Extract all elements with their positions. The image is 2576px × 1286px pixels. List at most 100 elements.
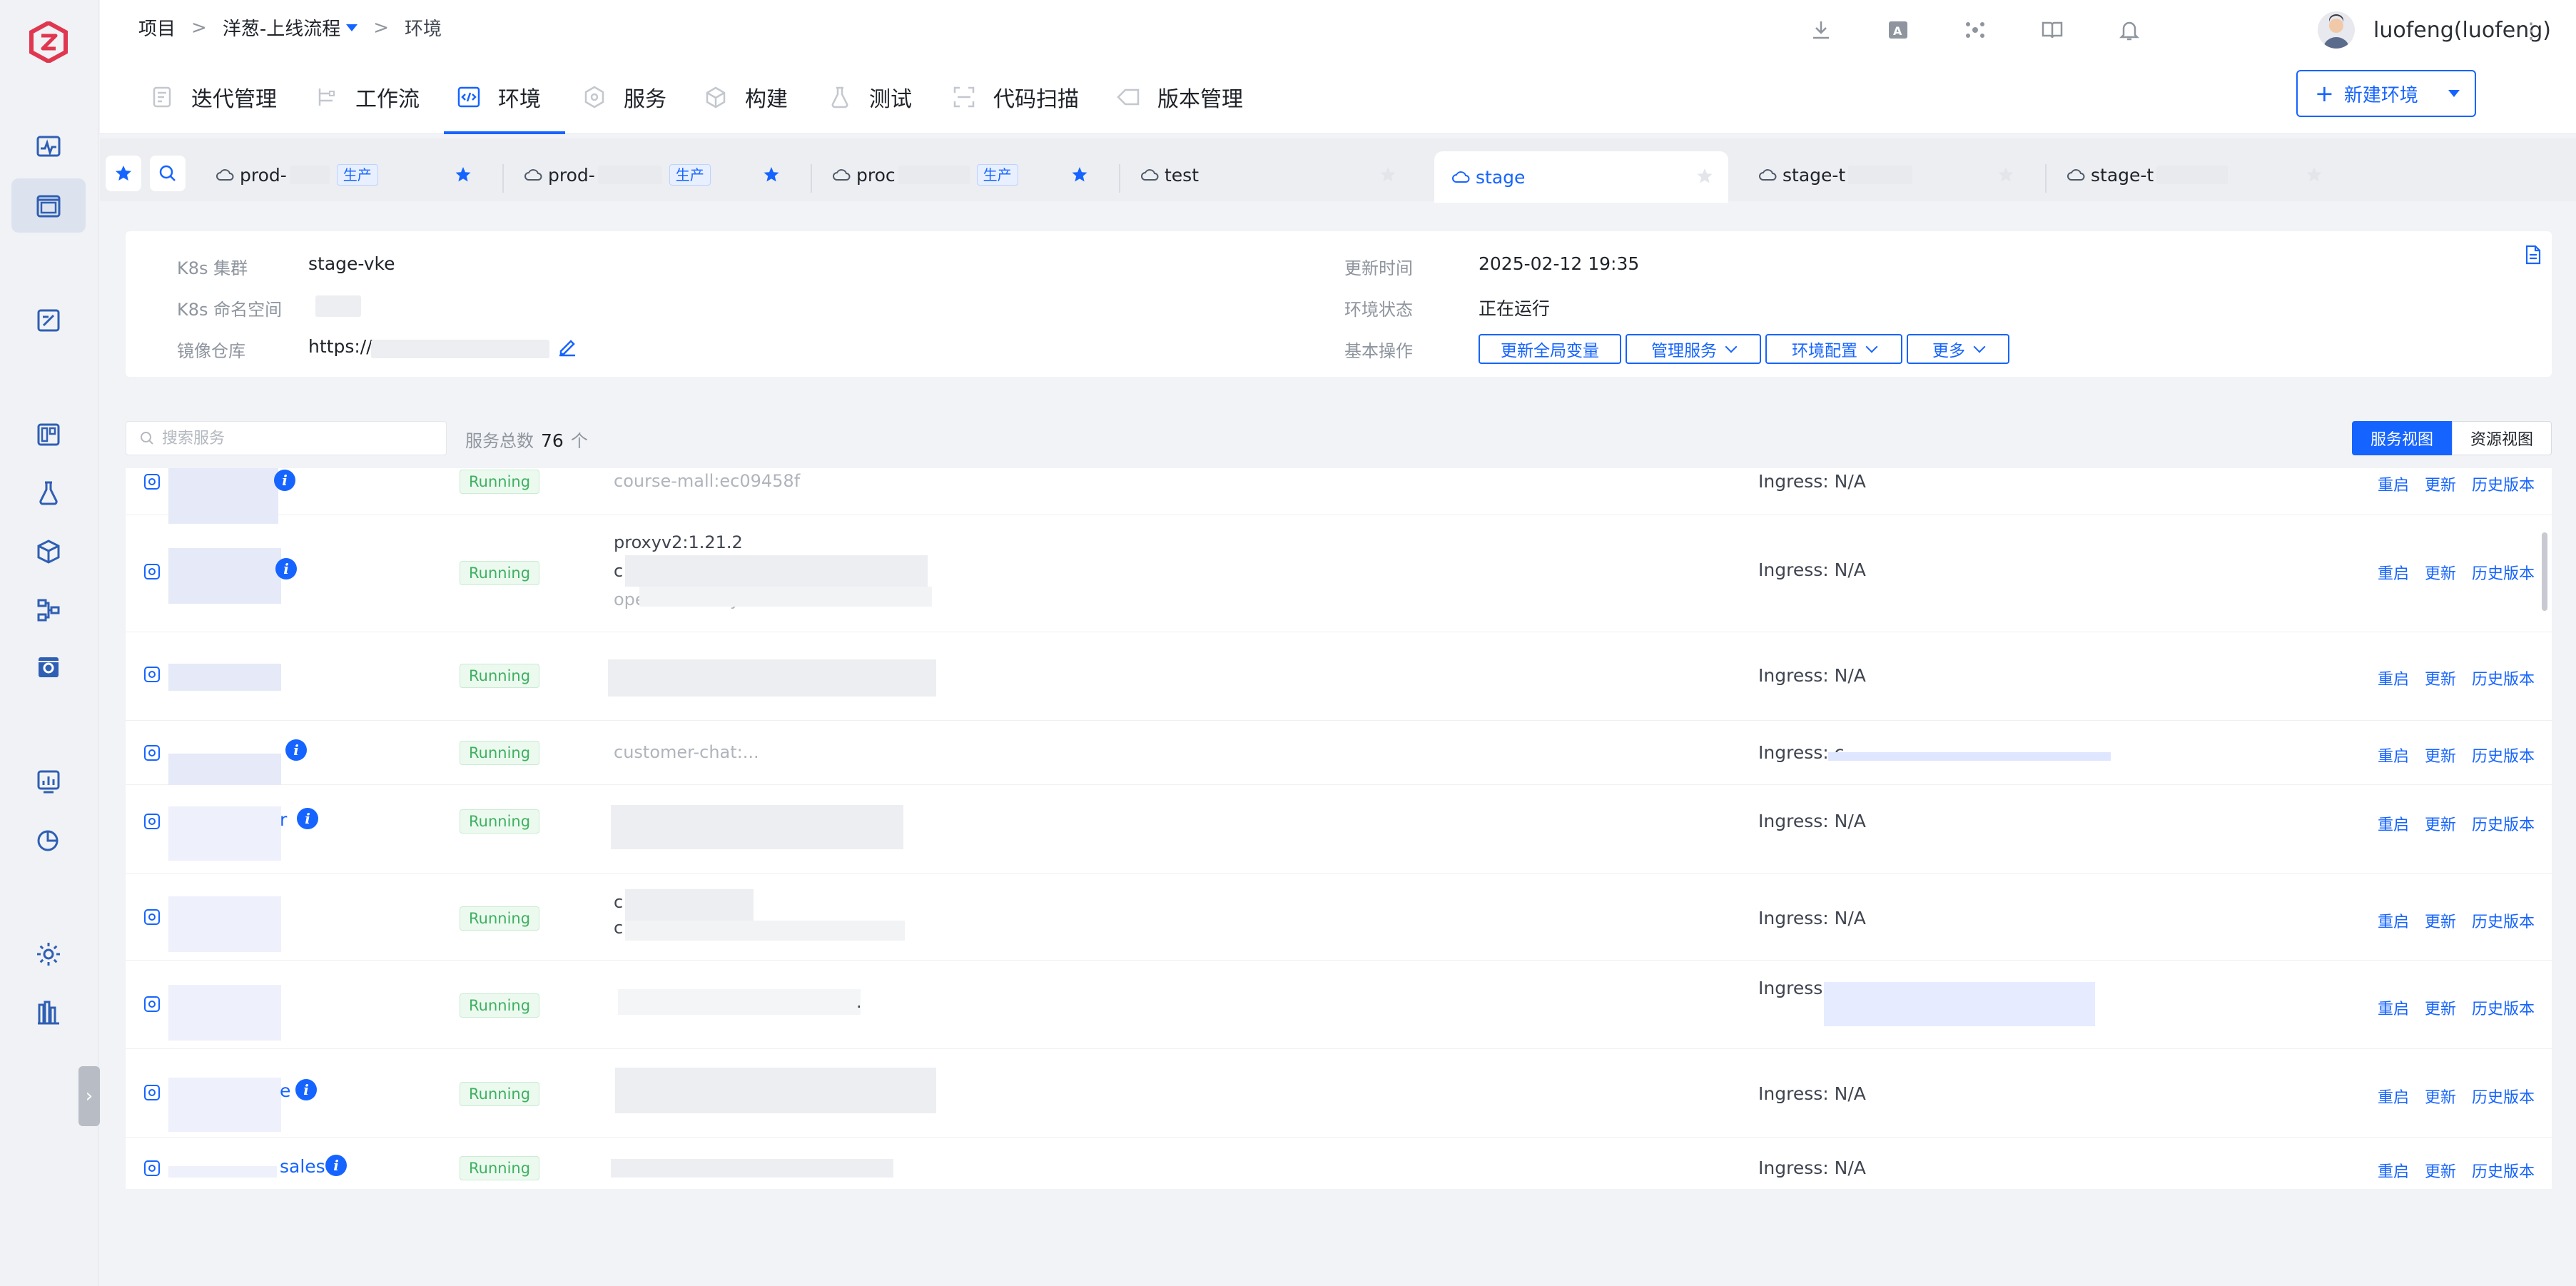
rail-pipeline-icon[interactable] [31,592,66,628]
restart-link[interactable]: 重启 [2378,561,2409,584]
info-icon[interactable]: i [275,558,297,579]
nav-item-test[interactable]: 测试 [828,60,912,134]
star-filled-icon[interactable] [1070,166,1089,184]
service-view-button[interactable]: 服务视图 [2352,421,2452,455]
star-filled-icon[interactable] [762,166,781,184]
update-link[interactable]: 更新 [2425,561,2456,584]
nav-item-build[interactable]: 构建 [704,60,788,134]
env-tab-stage[interactable]: stage [1434,151,1728,203]
more-ops-button[interactable]: 更多 [1907,334,2009,364]
resource-view-button[interactable]: 资源视图 [2452,421,2552,455]
redacted-ingress [1828,752,2111,761]
history-link[interactable]: 历史版本 [2472,1159,2535,1182]
restart-link[interactable]: 重启 [2378,1085,2409,1108]
history-link[interactable]: 历史版本 [2472,744,2535,766]
service-search[interactable] [126,421,447,455]
rail-chart-icon[interactable] [31,764,66,799]
download-icon[interactable] [1807,16,1835,44]
restart-link[interactable]: 重启 [2378,812,2409,835]
rail-gear-icon[interactable] [31,936,66,972]
rail-dashboard-icon[interactable] [31,417,66,452]
restart-link[interactable]: 重启 [2378,909,2409,932]
nav-item-code-scan[interactable]: 代码扫描 [952,60,1079,134]
rail-expand-toggle[interactable]: › [78,1066,100,1126]
more-vertical-icon[interactable]: ⋮ [2520,19,2542,44]
nav-item-environment[interactable]: 环境 [457,60,541,134]
info-icon[interactable]: i [297,808,318,829]
update-link[interactable]: 更新 [2425,1085,2456,1108]
env-tab-prod-1[interactable]: prod- 生产 [215,150,487,200]
env-tab-prod-2[interactable]: prod- 生产 [524,150,795,200]
cluster-icon[interactable] [1961,16,1989,44]
rail-settings-box-icon[interactable] [31,649,66,685]
nav-item-service[interactable]: 服务 [582,60,666,134]
rail-flask-icon[interactable] [31,475,66,511]
restart-link[interactable]: 重启 [2378,472,2409,495]
translate-icon[interactable]: A [1884,16,1912,44]
rail-project-icon[interactable] [11,178,86,233]
bell-icon[interactable] [2115,16,2144,44]
nav-item-iteration[interactable]: 迭代管理 [150,60,277,134]
restart-link[interactable]: 重启 [2378,744,2409,766]
breadcrumb-workflow-dropdown[interactable]: 洋葱-上线流程 [223,14,358,41]
nav-item-version[interactable]: 版本管理 [1116,60,1243,134]
history-link[interactable]: 历史版本 [2472,812,2535,835]
rail-library-icon[interactable] [31,995,66,1031]
restart-link[interactable]: 重启 [2378,1159,2409,1182]
history-link[interactable]: 历史版本 [2472,1085,2535,1108]
star-outline-icon[interactable] [1695,167,1714,186]
rail-pie-icon[interactable] [31,822,66,858]
update-link[interactable]: 更新 [2425,667,2456,689]
history-link[interactable]: 历史版本 [2472,996,2535,1019]
edit-pencil-icon[interactable] [557,335,578,357]
star-outline-icon[interactable] [2305,166,2323,184]
manage-services-button[interactable]: 管理服务 [1626,334,1761,364]
service-name-link[interactable]: r [280,809,287,830]
search-env-button[interactable] [150,156,186,191]
update-link[interactable]: 更新 [2425,744,2456,766]
info-icon[interactable]: i [295,1079,317,1100]
service-icon [144,667,160,682]
env-tab-prod-3[interactable]: proc 生产 [832,150,1103,200]
rail-package-icon[interactable] [31,534,66,569]
star-outline-icon[interactable] [1379,166,1397,184]
history-link[interactable]: 历史版本 [2472,667,2535,689]
vertical-scrollbar[interactable] [2542,532,2547,611]
restart-link[interactable]: 重启 [2378,996,2409,1019]
update-global-vars-button[interactable]: 更新全局变量 [1479,334,1621,364]
service-name-link[interactable]: sales [280,1156,325,1177]
zadig-logo-icon[interactable] [29,21,69,63]
env-config-button[interactable]: 环境配置 [1765,334,1902,364]
env-tab-stage-t-1[interactable]: stage-t [1758,150,2029,200]
info-icon[interactable]: i [325,1155,347,1176]
breadcrumb-project[interactable]: 项目 [138,14,176,41]
favorites-filter-button[interactable] [106,156,141,191]
update-link[interactable]: 更新 [2425,812,2456,835]
info-icon[interactable]: i [274,470,295,491]
history-link[interactable]: 历史版本 [2472,561,2535,584]
search-input[interactable] [162,429,433,447]
update-link[interactable]: 更新 [2425,1159,2456,1182]
env-tab-test[interactable]: test [1140,150,1411,200]
info-icon[interactable]: i [285,739,307,761]
history-link[interactable]: 历史版本 [2472,909,2535,932]
service-icon [584,86,604,108]
restart-link[interactable]: 重启 [2378,667,2409,689]
update-link[interactable]: 更新 [2425,996,2456,1019]
rail-edit-icon[interactable] [31,303,66,338]
update-global-vars-label: 更新全局变量 [1501,342,1599,360]
star-filled-icon[interactable] [454,166,472,184]
nav-item-workflow[interactable]: 工作流 [314,60,420,134]
service-name-link[interactable]: e [280,1080,290,1101]
history-link[interactable]: 历史版本 [2472,472,2535,495]
document-icon[interactable] [2522,244,2543,265]
env-tab-stage-t-2[interactable]: stage-t [2067,150,2338,200]
caret-down-icon[interactable] [2448,90,2460,97]
update-link[interactable]: 更新 [2425,472,2456,495]
star-outline-icon[interactable] [1997,166,2015,184]
user-menu[interactable]: luofeng(luofeng) [2318,11,2551,49]
new-environment-button[interactable]: + 新建环境 [2296,70,2476,117]
update-link[interactable]: 更新 [2425,909,2456,932]
rail-monitor-icon[interactable] [31,128,66,164]
book-icon[interactable] [2038,16,2067,44]
